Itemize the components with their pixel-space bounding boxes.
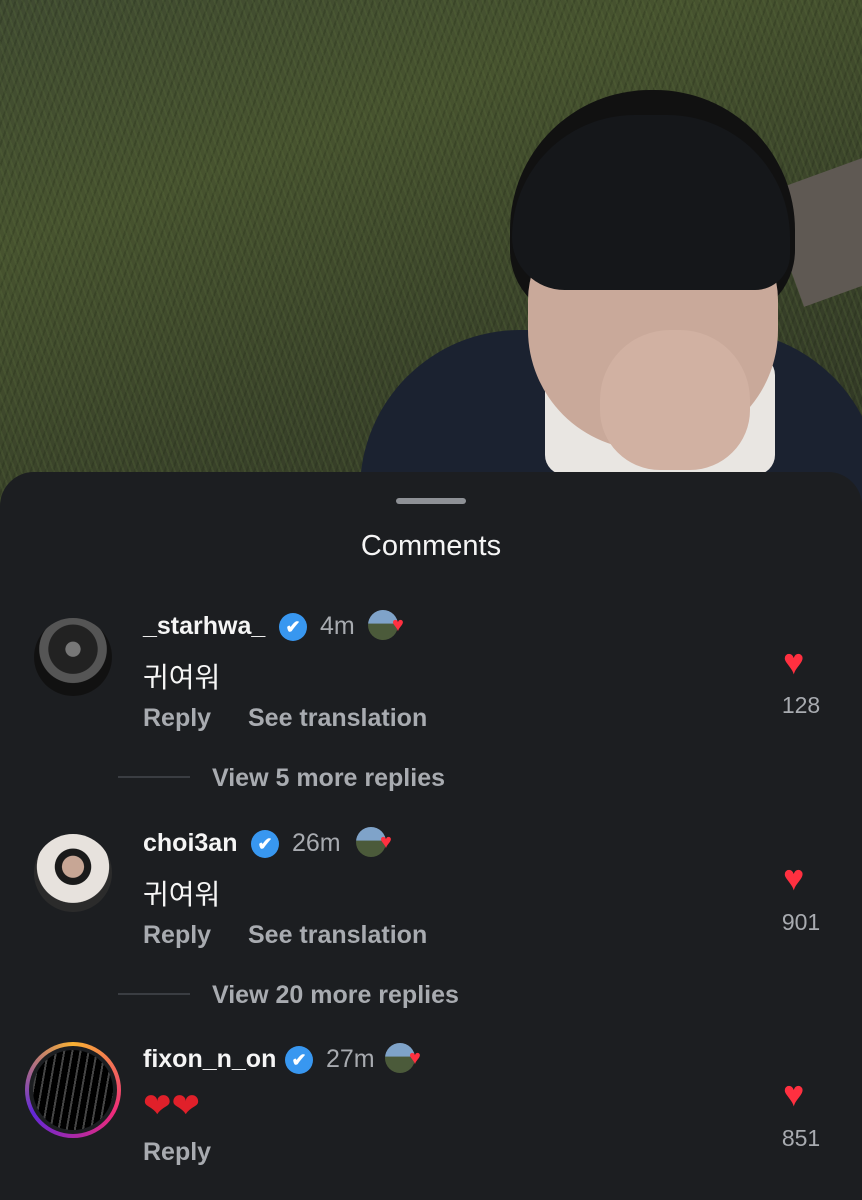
like-count: 901 <box>781 909 821 935</box>
comment-text: 귀여워 <box>143 879 221 910</box>
verified-badge-icon: ✔ <box>251 830 279 858</box>
creator-liked-heart-icon: ♥ <box>409 1047 421 1069</box>
person-hand <box>600 330 750 470</box>
comment-username[interactable]: fixon_n_on <box>143 1045 276 1074</box>
see-translation-button[interactable]: See translation <box>248 921 427 950</box>
comment-text: 귀여워 <box>143 662 221 693</box>
reply-button[interactable]: Reply <box>143 921 211 950</box>
comment-text: ❤❤ <box>143 1087 200 1125</box>
like-heart-icon[interactable]: ♥ <box>783 644 804 680</box>
comments-sheet: Comments _starhwa_ ✔ 4m ♥ 귀여워 Reply See … <box>0 472 862 1200</box>
creator-liked-heart-icon: ♥ <box>392 614 404 636</box>
avatar[interactable] <box>34 618 112 696</box>
creator-liked-heart-icon: ♥ <box>380 831 392 853</box>
comment-time: 26m <box>292 829 341 857</box>
avatar-story-ring[interactable] <box>25 1042 121 1138</box>
like-count: 851 <box>781 1125 821 1151</box>
see-translation-button[interactable]: See translation <box>248 704 427 733</box>
replies-divider <box>118 993 190 995</box>
view-more-replies-button[interactable]: View 5 more replies <box>212 764 445 793</box>
reply-button[interactable]: Reply <box>143 704 211 733</box>
like-heart-icon[interactable]: ♥ <box>783 1076 804 1112</box>
view-more-replies-button[interactable]: View 20 more replies <box>212 981 459 1010</box>
like-count: 128 <box>781 692 821 718</box>
verified-badge-icon: ✔ <box>279 613 307 641</box>
sheet-drag-handle[interactable] <box>396 498 466 504</box>
like-heart-icon[interactable]: ♥ <box>783 860 804 896</box>
sheet-title: Comments <box>360 530 502 562</box>
comment-username[interactable]: choi3an <box>143 829 237 858</box>
replies-divider <box>118 776 190 778</box>
comment-username[interactable]: _starhwa_ <box>143 612 265 641</box>
comment-time: 27m <box>326 1045 375 1073</box>
reply-button[interactable]: Reply <box>143 1138 211 1167</box>
post-background-photo <box>0 0 862 520</box>
avatar <box>33 1050 113 1130</box>
comment-time: 4m <box>320 612 355 640</box>
avatar[interactable] <box>34 834 112 912</box>
verified-badge-icon: ✔ <box>285 1046 313 1074</box>
